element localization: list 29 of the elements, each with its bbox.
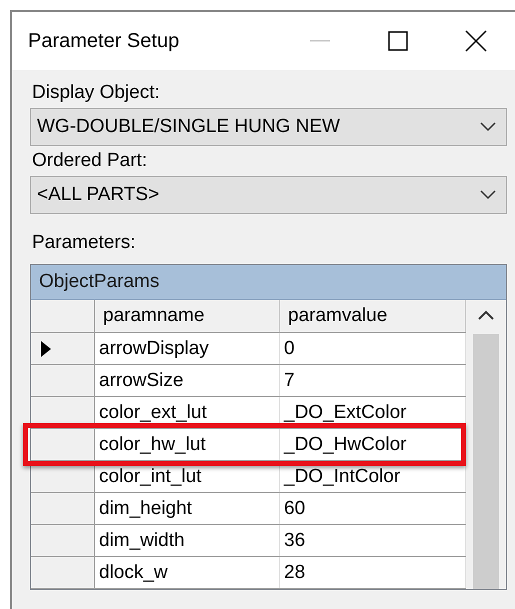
table-cell: 36 bbox=[280, 525, 466, 556]
window-title: Parameter Setup bbox=[28, 30, 180, 52]
table-cell: dim_height bbox=[95, 493, 280, 524]
display-object-dropdown[interactable]: WG-DOUBLE/SINGLE HUNG NEW bbox=[30, 108, 507, 146]
parameters-label: Parameters: bbox=[32, 232, 136, 254]
chevron-down-icon bbox=[480, 190, 496, 200]
table-cell: 28 bbox=[280, 557, 466, 588]
table-cell: dim_width bbox=[95, 525, 280, 556]
ordered-part-dropdown[interactable]: <ALL PARTS> bbox=[30, 176, 507, 214]
minimize-icon bbox=[310, 40, 330, 42]
display-object-label: Display Object: bbox=[32, 82, 161, 104]
scrollbar[interactable] bbox=[466, 300, 506, 589]
column-header[interactable]: paramname bbox=[95, 300, 280, 332]
table-cell: arrowDisplay bbox=[95, 333, 280, 364]
scroll-up-icon[interactable] bbox=[478, 310, 494, 320]
ordered-part-label: Ordered Part: bbox=[32, 150, 148, 172]
current-row-icon bbox=[41, 340, 51, 356]
grid-caption: ObjectParams bbox=[31, 265, 506, 300]
table-cell: 7 bbox=[280, 365, 466, 396]
table-cell: dlock_w bbox=[95, 557, 280, 588]
maximize-icon bbox=[388, 31, 408, 51]
column-header[interactable]: paramvalue bbox=[280, 300, 466, 332]
table-cell: color_hw_lut bbox=[95, 429, 280, 460]
table-cell: arrowSize bbox=[95, 365, 280, 396]
chevron-down-icon bbox=[480, 122, 496, 132]
table-cell: 0 bbox=[280, 333, 466, 364]
row-header[interactable] bbox=[31, 333, 95, 364]
close-icon bbox=[465, 30, 487, 52]
table-cell: 60 bbox=[280, 493, 466, 524]
